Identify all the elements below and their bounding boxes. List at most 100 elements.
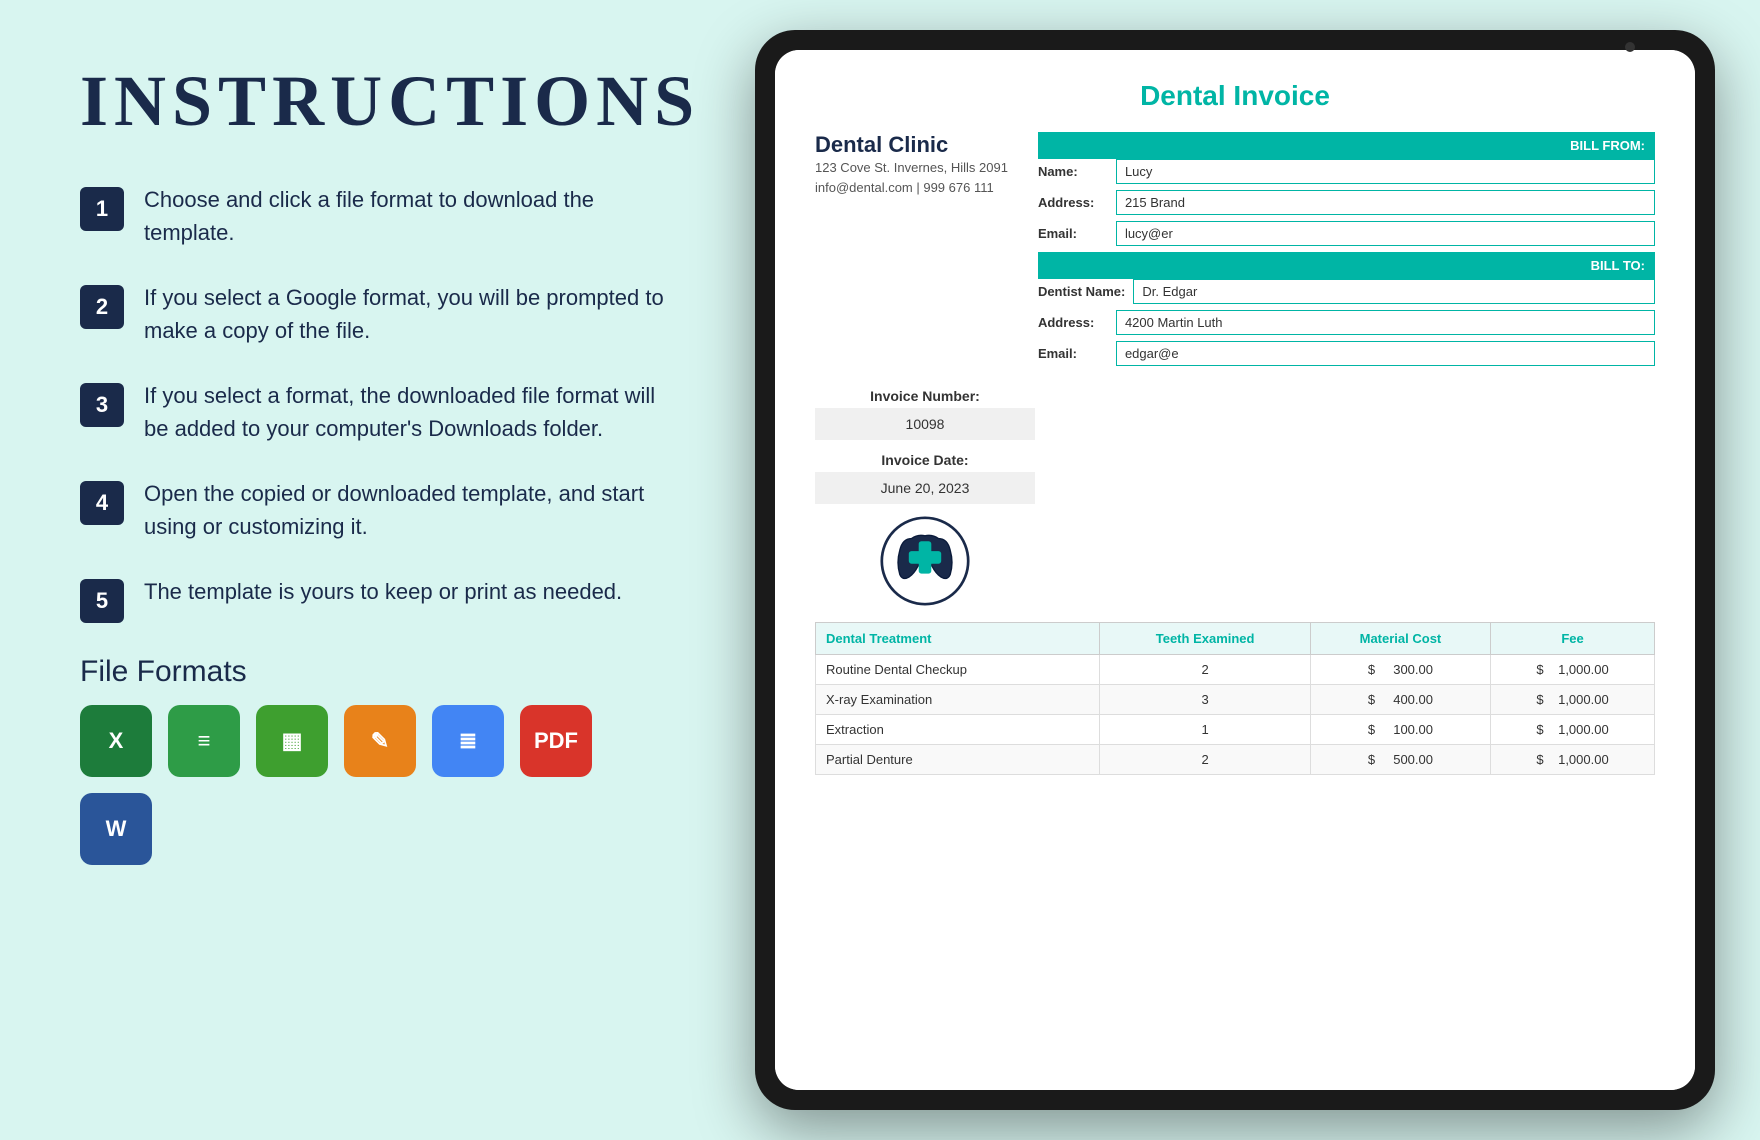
step-text-3: If you select a format, the downloaded f… [144, 379, 670, 445]
dentist-email-label: Email: [1038, 346, 1108, 361]
dentist-email-input[interactable]: edgar@e [1116, 341, 1655, 366]
tablet-screen: Dental Invoice Dental Clinic 123 Cove St… [775, 50, 1695, 1090]
invoice-top: Dental Clinic 123 Cove St. Invernes, Hil… [815, 132, 1655, 372]
dentist-name-label: Dentist Name: [1038, 284, 1125, 299]
clinic-address: 123 Cove St. Invernes, Hills 2091 [815, 158, 1008, 178]
dentist-name-input[interactable]: Dr. Edgar [1133, 279, 1655, 304]
invoice-title: Dental Invoice [815, 80, 1655, 112]
file-icon-pages[interactable]: ✎ [344, 705, 416, 777]
steps-list: 1 Choose and click a file format to down… [80, 183, 670, 623]
step-text-5: The template is yours to keep or print a… [144, 575, 622, 608]
tooth-icon-container [815, 516, 1035, 606]
treatment-name: Partial Denture [816, 745, 1100, 775]
file-icon-pdf[interactable]: PDF [520, 705, 592, 777]
step-1: 1 Choose and click a file format to down… [80, 183, 670, 249]
file-icon-google-docs[interactable]: ≣ [432, 705, 504, 777]
name-label: Name: [1038, 164, 1108, 179]
address-row: Address: 215 Brand [1038, 190, 1655, 215]
name-input[interactable]: Lucy [1116, 159, 1655, 184]
file-icon-numbers[interactable]: ▦ [256, 705, 328, 777]
step-2: 2 If you select a Google format, you wil… [80, 281, 670, 347]
invoice-middle: Invoice Number: 10098 Invoice Date: June… [815, 388, 1655, 606]
email-input[interactable]: lucy@er [1116, 221, 1655, 246]
name-row: Name: Lucy [1038, 159, 1655, 184]
file-icon-letter: ≡ [198, 730, 211, 752]
treatment-name: Routine Dental Checkup [816, 655, 1100, 685]
fee: $ 1,000.00 [1491, 655, 1655, 685]
teeth-examined: 2 [1100, 655, 1310, 685]
dentist-email-row: Email: edgar@e [1038, 341, 1655, 366]
dentist-address-label: Address: [1038, 315, 1108, 330]
col-fee: Fee [1491, 623, 1655, 655]
file-icon-letter: X [109, 730, 124, 752]
bill-from-header: BILL FROM: [1038, 132, 1655, 159]
step-3: 3 If you select a format, the downloaded… [80, 379, 670, 445]
table-row: X-ray Examination 3 $ 400.00 $ 1,000.00 [816, 685, 1655, 715]
step-number-3: 3 [80, 383, 124, 427]
table-row: Extraction 1 $ 100.00 $ 1,000.00 [816, 715, 1655, 745]
dentist-name-row: Dentist Name: Dr. Edgar [1038, 279, 1655, 304]
invoice-table: Dental Treatment Teeth Examined Material… [815, 622, 1655, 775]
right-panel: Dental Invoice Dental Clinic 123 Cove St… [710, 0, 1760, 1140]
clinic-contact: info@dental.com | 999 676 111 [815, 178, 1008, 198]
email-row: Email: lucy@er [1038, 221, 1655, 246]
file-icon-word[interactable]: W [80, 793, 152, 865]
material-cost: $ 300.00 [1310, 655, 1490, 685]
page-title: INSTRUCTIONS [80, 60, 670, 143]
treatment-name: X-ray Examination [816, 685, 1100, 715]
step-4: 4 Open the copied or downloaded template… [80, 477, 670, 543]
tablet-camera [1625, 42, 1635, 52]
file-icon-letter: W [106, 818, 127, 840]
table-row: Routine Dental Checkup 2 $ 300.00 $ 1,00… [816, 655, 1655, 685]
invoice-date-value: June 20, 2023 [815, 472, 1035, 504]
fee: $ 1,000.00 [1491, 685, 1655, 715]
file-icon-excel[interactable]: X [80, 705, 152, 777]
clinic-name: Dental Clinic [815, 132, 1008, 158]
tablet-device: Dental Invoice Dental Clinic 123 Cove St… [755, 30, 1715, 1110]
step-number-5: 5 [80, 579, 124, 623]
address-label: Address: [1038, 195, 1108, 210]
step-text-1: Choose and click a file format to downlo… [144, 183, 670, 249]
col-cost: Material Cost [1310, 623, 1490, 655]
file-icons-row: X ≡ ▦ ✎ ≣ PDF W [80, 705, 670, 865]
step-text-4: Open the copied or downloaded template, … [144, 477, 670, 543]
clinic-info: Dental Clinic 123 Cove St. Invernes, Hil… [815, 132, 1008, 372]
file-icon-letter: ✎ [371, 730, 389, 752]
invoice-number-label: Invoice Number: [815, 388, 1035, 404]
file-icon-letter: ≣ [459, 730, 477, 752]
step-number-1: 1 [80, 187, 124, 231]
material-cost: $ 100.00 [1310, 715, 1490, 745]
step-5: 5 The template is yours to keep or print… [80, 575, 670, 623]
col-teeth: Teeth Examined [1100, 623, 1310, 655]
material-cost: $ 500.00 [1310, 745, 1490, 775]
teeth-examined: 1 [1100, 715, 1310, 745]
col-treatment: Dental Treatment [816, 623, 1100, 655]
dentist-address-input[interactable]: 4200 Martin Luth [1116, 310, 1655, 335]
file-icon-google-sheets[interactable]: ≡ [168, 705, 240, 777]
teeth-examined: 3 [1100, 685, 1310, 715]
bill-to-header: BILL TO: [1038, 252, 1655, 279]
file-formats-label: File Formats [80, 655, 670, 689]
invoice-left-col: Invoice Number: 10098 Invoice Date: June… [815, 388, 1035, 606]
step-number-2: 2 [80, 285, 124, 329]
invoice-table-body: Routine Dental Checkup 2 $ 300.00 $ 1,00… [816, 655, 1655, 775]
address-input[interactable]: 215 Brand [1116, 190, 1655, 215]
email-label: Email: [1038, 226, 1108, 241]
file-icon-letter: PDF [534, 730, 578, 752]
invoice-container: Dental Invoice Dental Clinic 123 Cove St… [775, 50, 1695, 1090]
teeth-examined: 2 [1100, 745, 1310, 775]
fee: $ 1,000.00 [1491, 715, 1655, 745]
tooth-icon [880, 516, 970, 606]
step-number-4: 4 [80, 481, 124, 525]
file-formats-section: File Formats X ≡ ▦ ✎ ≣ PDF W [80, 655, 670, 865]
step-text-2: If you select a Google format, you will … [144, 281, 670, 347]
treatment-name: Extraction [816, 715, 1100, 745]
bill-from-section: BILL FROM: Name: Lucy Address: 215 Brand… [1038, 132, 1655, 372]
table-row: Partial Denture 2 $ 500.00 $ 1,000.00 [816, 745, 1655, 775]
dentist-address-row: Address: 4200 Martin Luth [1038, 310, 1655, 335]
fee: $ 1,000.00 [1491, 745, 1655, 775]
invoice-date-label: Invoice Date: [815, 452, 1035, 468]
invoice-number-value: 10098 [815, 408, 1035, 440]
file-icon-letter: ▦ [282, 730, 303, 752]
left-panel: INSTRUCTIONS 1 Choose and click a file f… [0, 0, 750, 1140]
